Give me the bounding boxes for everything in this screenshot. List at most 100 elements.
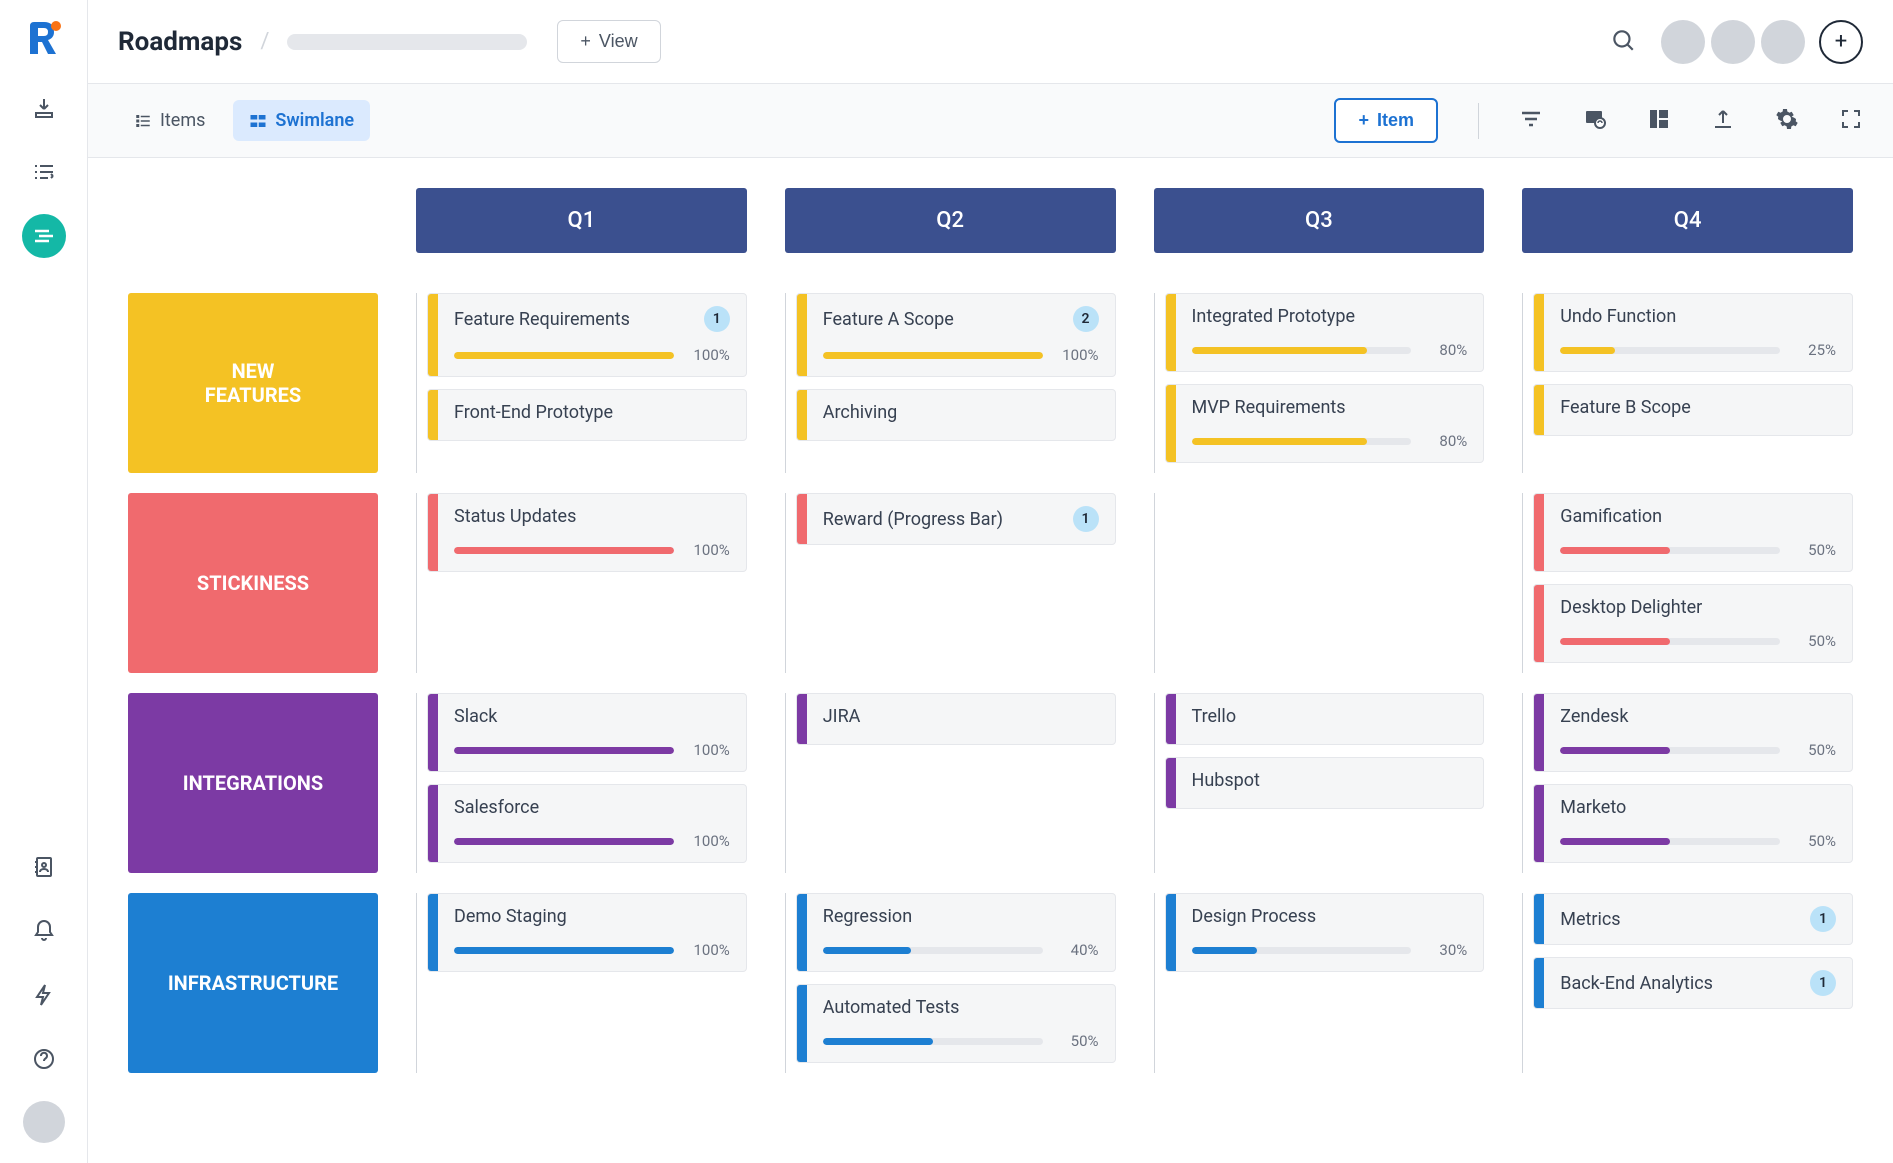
add-collaborator-button[interactable]: + xyxy=(1819,20,1863,64)
progress-track xyxy=(1192,438,1412,445)
add-view-button[interactable]: + View xyxy=(557,20,660,63)
progress-track xyxy=(454,547,674,554)
swimlane-card[interactable]: Metrics1 xyxy=(1533,893,1853,945)
card-title: Desktop Delighter xyxy=(1560,597,1702,618)
progress-fill xyxy=(454,838,674,845)
settings-icon[interactable] xyxy=(1775,107,1799,135)
progress-fill xyxy=(823,1038,933,1045)
column-header-q2: Q2 xyxy=(785,188,1116,253)
card-title: Status Updates xyxy=(454,506,576,527)
fullscreen-icon[interactable] xyxy=(1839,107,1863,135)
progress-track xyxy=(823,947,1043,954)
swimlane-card[interactable]: Feature A Scope2100% xyxy=(796,293,1116,377)
lane-label-stickiness[interactable]: STICKINESS xyxy=(128,493,378,673)
lane-cell: Slack100%Salesforce100% xyxy=(416,693,747,873)
contacts-icon[interactable] xyxy=(22,845,66,889)
card-title: Archiving xyxy=(823,402,898,423)
progress-fill xyxy=(1560,347,1615,354)
swimlane-card[interactable]: Zendesk50% xyxy=(1533,693,1853,772)
card-color-stripe xyxy=(1534,385,1544,435)
list-icon[interactable] xyxy=(22,150,66,194)
card-title: Salesforce xyxy=(454,797,539,818)
progress-label: 40% xyxy=(1057,941,1099,959)
lane-cell: Integrated Prototype80% MVP Requirements8… xyxy=(1154,293,1485,473)
swimlane-card[interactable]: Marketo50% xyxy=(1533,784,1853,863)
card-title: Metrics xyxy=(1560,909,1620,930)
swimlane-nav-icon[interactable] xyxy=(22,214,66,258)
inbox-icon[interactable] xyxy=(22,86,66,130)
progress-label: 100% xyxy=(688,741,730,759)
progress-label: 50% xyxy=(1057,1032,1099,1050)
card-color-stripe xyxy=(428,694,438,771)
card-title: Design Process xyxy=(1192,906,1317,927)
card-color-stripe xyxy=(797,390,807,440)
progress-label: 100% xyxy=(688,941,730,959)
card-color-stripe xyxy=(1534,294,1544,371)
lane-label-integrations[interactable]: INTEGRATIONS xyxy=(128,693,378,873)
swimlane-card[interactable]: Slack100% xyxy=(427,693,747,772)
topbar: Roadmaps / + View + xyxy=(88,0,1893,84)
card-color-stripe xyxy=(428,894,438,971)
swimlane-card[interactable]: Feature B Scope xyxy=(1533,384,1853,436)
swimlane-card[interactable]: Reward (Progress Bar)1 xyxy=(796,493,1116,545)
lane-label-new-features[interactable]: NEWFEATURES xyxy=(128,293,378,473)
bell-icon[interactable] xyxy=(22,909,66,953)
swimlane-card[interactable]: Integrated Prototype80% xyxy=(1165,293,1485,372)
search-icon[interactable] xyxy=(1610,27,1636,57)
swimlane-tab[interactable]: Swimlane xyxy=(233,100,370,141)
progress-fill xyxy=(454,352,674,359)
swimlane-card[interactable]: Demo Staging100% xyxy=(427,893,747,972)
swimlane-card[interactable]: Archiving xyxy=(796,389,1116,441)
card-color-stripe xyxy=(428,294,438,376)
help-icon[interactable] xyxy=(22,1037,66,1081)
progress-label: 80% xyxy=(1425,341,1467,359)
lane-label-infrastructure[interactable]: INFRASTRUCTURE xyxy=(128,893,378,1073)
swimlane-card[interactable]: MVP Requirements80% xyxy=(1165,384,1485,463)
swimlane-card[interactable]: Automated Tests50% xyxy=(796,984,1116,1063)
layout-icon[interactable] xyxy=(1647,107,1671,135)
sidebar xyxy=(0,0,88,1163)
progress-fill xyxy=(454,547,674,554)
user-avatar[interactable] xyxy=(23,1101,65,1143)
bolt-icon[interactable] xyxy=(22,973,66,1017)
add-item-button[interactable]: + Item xyxy=(1334,98,1438,143)
swimlane-card[interactable]: Regression40% xyxy=(796,893,1116,972)
progress-label: 100% xyxy=(1057,346,1099,364)
progress-fill xyxy=(823,947,911,954)
link-panel-icon[interactable] xyxy=(1583,107,1607,135)
swimlane-card[interactable]: Gamification50% xyxy=(1533,493,1853,572)
swimlane-card[interactable]: Status Updates100% xyxy=(427,493,747,572)
card-color-stripe xyxy=(797,694,807,744)
export-icon[interactable] xyxy=(1711,107,1735,135)
progress-track xyxy=(1192,947,1412,954)
avatar[interactable] xyxy=(1711,20,1755,64)
avatar[interactable] xyxy=(1661,20,1705,64)
card-title: Feature B Scope xyxy=(1560,397,1691,418)
avatar[interactable] xyxy=(1761,20,1805,64)
swimlane-card[interactable]: Design Process30% xyxy=(1165,893,1485,972)
swimlane-card[interactable]: Trello xyxy=(1165,693,1485,745)
column-header-q1: Q1 xyxy=(416,188,747,253)
swimlane-card[interactable]: JIRA xyxy=(796,693,1116,745)
progress-fill xyxy=(454,747,674,754)
swimlane-card[interactable]: Desktop Delighter50% xyxy=(1533,584,1853,663)
filter-icon[interactable] xyxy=(1519,107,1543,135)
swimlane-card[interactable]: Undo Function25% xyxy=(1533,293,1853,372)
progress-fill xyxy=(1192,438,1368,445)
card-title: JIRA xyxy=(823,706,861,727)
card-title: Zendesk xyxy=(1560,706,1628,727)
card-title: Trello xyxy=(1192,706,1237,727)
card-title: Front-End Prototype xyxy=(454,402,613,423)
card-badge: 1 xyxy=(1810,970,1836,996)
progress-fill xyxy=(1560,747,1670,754)
progress-fill xyxy=(1560,638,1670,645)
swimlane-card[interactable]: Back-End Analytics1 xyxy=(1533,957,1853,1009)
swimlane-card[interactable]: Front-End Prototype xyxy=(427,389,747,441)
progress-track xyxy=(1192,347,1412,354)
swimlane-card[interactable]: Hubspot xyxy=(1165,757,1485,809)
progress-track xyxy=(454,352,674,359)
column-header-q3: Q3 xyxy=(1154,188,1485,253)
swimlane-card[interactable]: Salesforce100% xyxy=(427,784,747,863)
swimlane-card[interactable]: Feature Requirements1100% xyxy=(427,293,747,377)
items-tab[interactable]: Items xyxy=(118,100,221,141)
